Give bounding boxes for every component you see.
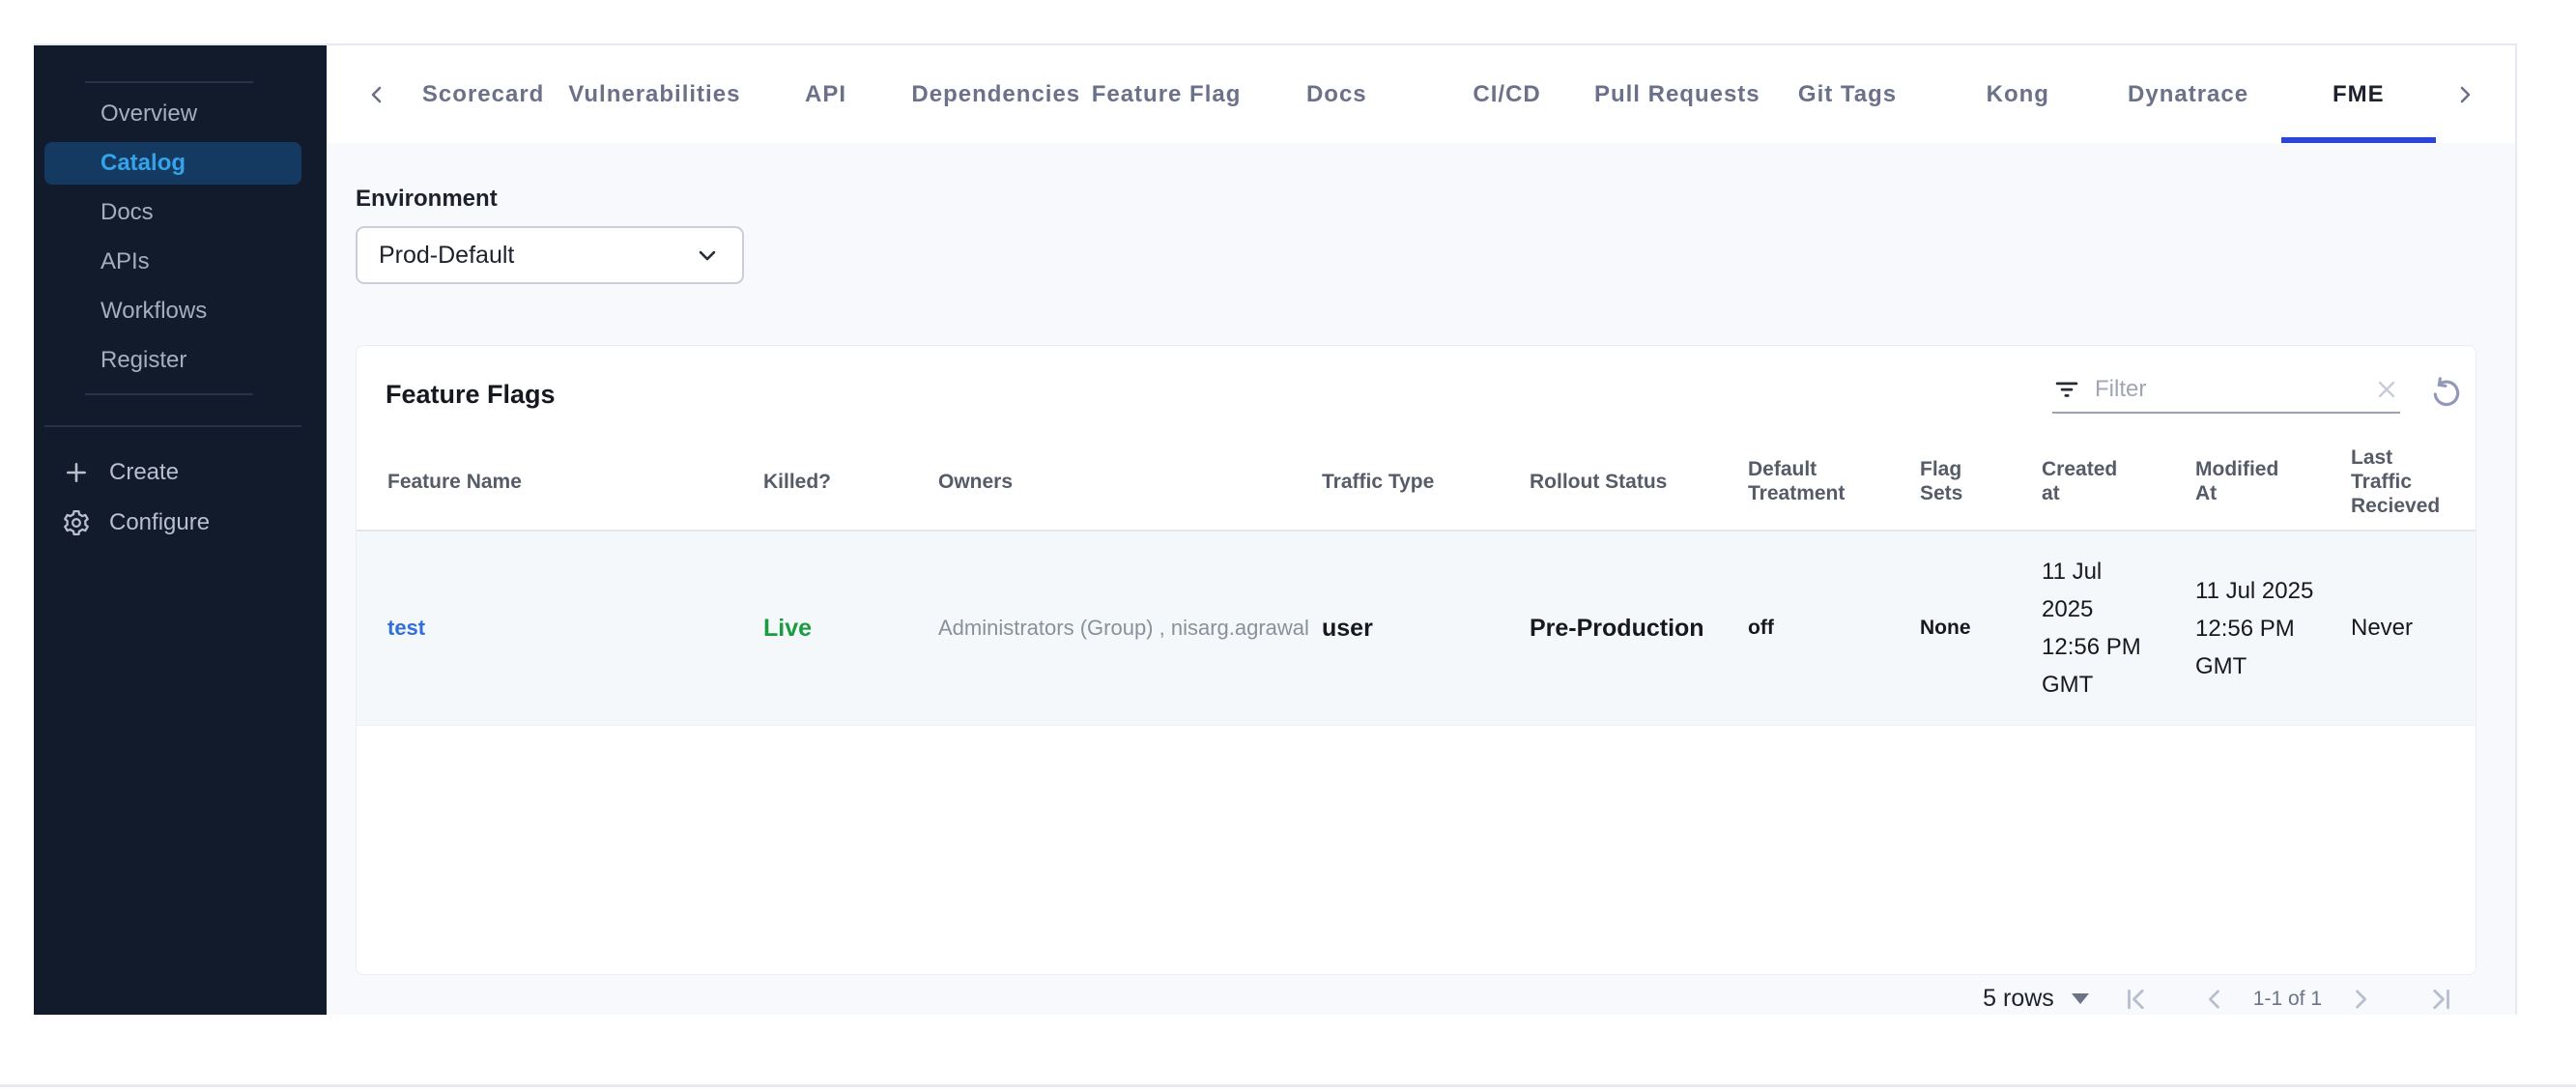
rows-per-page-value: 5 rows — [1983, 985, 2054, 1012]
column-header-flag-sets[interactable]: Flag Sets — [1920, 457, 2042, 505]
card-header: Feature Flags — [357, 346, 2476, 433]
flag-sets-value: None — [1920, 617, 1971, 639]
next-page-button[interactable] — [2347, 986, 2374, 1013]
environment-select[interactable]: Prod-Default — [356, 226, 744, 284]
refresh-icon — [2433, 377, 2460, 407]
tab-kong[interactable]: Kong — [1932, 45, 2103, 143]
sidebar-item-overview[interactable]: Overview — [44, 93, 301, 135]
tab-fme[interactable]: FME — [2274, 45, 2444, 143]
last-traffic-recieved-value: Never — [2351, 615, 2414, 641]
first-page-button[interactable] — [2122, 985, 2151, 1014]
filter-field[interactable] — [2052, 375, 2400, 414]
sidebar-item-register[interactable]: Register — [44, 339, 301, 382]
chevron-right-icon — [2356, 989, 2367, 1009]
traffic-type-value: user — [1322, 614, 1373, 642]
chevron-left-icon — [2208, 989, 2219, 1009]
column-header-traffic-type[interactable]: Traffic Type — [1322, 470, 1530, 494]
column-header-feature-name[interactable]: Feature Name — [387, 470, 763, 494]
column-header-default-treatment[interactable]: Default Treatment — [1748, 457, 1920, 505]
chevron-right-icon — [2460, 86, 2471, 102]
filter-icon — [2055, 382, 2078, 397]
tab-dynatrace[interactable]: Dynatrace — [2103, 45, 2273, 143]
sidebar-configure-button[interactable]: Configure — [34, 502, 327, 544]
column-header-last-traffic-recieved[interactable]: Last Traffic Recieved — [2351, 445, 2476, 518]
caret-down-icon — [2071, 993, 2089, 1004]
sidebar-nav: Overview Catalog Docs APIs Workflows Reg… — [34, 83, 327, 382]
tabs-scroll-left-button[interactable] — [356, 83, 398, 106]
app-window: Overview Catalog Docs APIs Workflows Reg… — [34, 43, 2517, 1015]
owners-value: Administrators (Group) , nisarg.agrawal — [938, 616, 1309, 640]
sidebar-item-docs[interactable]: Docs — [44, 191, 301, 234]
default-treatment-value: off — [1748, 617, 1774, 639]
plus-icon — [60, 456, 93, 489]
sidebar-item-apis[interactable]: APIs — [44, 241, 301, 283]
filter-input[interactable] — [2095, 376, 2360, 403]
created-at-value: 11 Jul 2025 12:56 PM GMT — [2042, 559, 2141, 698]
tab-docs[interactable]: Docs — [1251, 45, 1421, 143]
sidebar-divider-bottom — [44, 425, 301, 427]
column-header-killed[interactable]: Killed? — [763, 470, 938, 494]
modified-at-value: 11 Jul 2025 12:56 PM GMT — [2195, 577, 2314, 679]
tab-bar: Scorecard Vulnerabilities API Dependenci… — [327, 45, 2515, 143]
refresh-button[interactable] — [2427, 375, 2466, 414]
tab-cicd[interactable]: CI/CD — [1421, 45, 1591, 143]
window-bottom-divider — [0, 1084, 2576, 1087]
page-range-label: 1-1 of 1 — [2252, 987, 2322, 1010]
environment-selected-value: Prod-Default — [379, 241, 515, 269]
tab-pull-requests[interactable]: Pull Requests — [1592, 45, 1762, 143]
tab-dependencies[interactable]: Dependencies — [911, 45, 1081, 143]
tab-feature-flag[interactable]: Feature Flag — [1081, 45, 1251, 143]
clear-filter-icon[interactable] — [2373, 376, 2400, 403]
table-pagination: 5 rows 1-1 of 1 — [356, 975, 2476, 1022]
sidebar-item-workflows[interactable]: Workflows — [44, 290, 301, 332]
column-header-owners[interactable]: Owners — [938, 470, 1322, 494]
last-page-icon — [2433, 989, 2449, 1009]
tab-api[interactable]: API — [740, 45, 910, 143]
column-header-rollout-status[interactable]: Rollout Status — [1530, 470, 1748, 494]
feature-flags-card: Feature Flags Filter Feature Name Killed… — [356, 345, 2476, 975]
feature-name-link[interactable]: test — [387, 616, 763, 641]
first-page-icon — [2127, 989, 2144, 1009]
column-header-created-at[interactable]: Created at — [2042, 457, 2195, 505]
rollout-status-value: Pre-Production — [1530, 614, 1704, 642]
tab-git-tags[interactable]: Git Tags — [1762, 45, 1932, 143]
main-area: Scorecard Vulnerabilities API Dependenci… — [327, 45, 2515, 1015]
table-header-row: Feature Name Killed? Owners Traffic Type… — [357, 433, 2476, 532]
create-label: Create — [109, 459, 180, 485]
rows-per-page-select[interactable]: 5 rows — [1983, 985, 2089, 1013]
tabs-scroll-right-button[interactable] — [2444, 83, 2486, 106]
sidebar: Overview Catalog Docs APIs Workflows Reg… — [34, 45, 327, 1015]
sidebar-item-catalog[interactable]: Catalog — [44, 142, 301, 185]
active-tab-underline — [2280, 137, 2436, 143]
configure-label: Configure — [109, 509, 211, 535]
environment-label: Environment — [356, 186, 498, 212]
tab-scorecard[interactable]: Scorecard — [398, 45, 568, 143]
panel-title: Feature Flags — [386, 379, 556, 409]
chevron-left-icon — [371, 86, 382, 102]
tab-fme-label: FME — [2332, 80, 2385, 107]
chevron-down-icon — [699, 250, 716, 261]
sidebar-create-button[interactable]: Create — [34, 451, 327, 494]
previous-page-button[interactable] — [2201, 986, 2228, 1013]
killed-status: Live — [763, 614, 813, 642]
last-page-button[interactable] — [2426, 985, 2455, 1014]
column-header-modified-at[interactable]: Modified At — [2195, 457, 2351, 505]
content-area: Environment Prod-Default Feature Flags F… — [327, 143, 2515, 1022]
gear-icon — [60, 506, 93, 539]
table-empty-space — [357, 726, 2476, 974]
table-row[interactable]: test Live Administrators (Group) , nisar… — [357, 532, 2476, 726]
tab-vulnerabilities[interactable]: Vulnerabilities — [568, 45, 740, 143]
